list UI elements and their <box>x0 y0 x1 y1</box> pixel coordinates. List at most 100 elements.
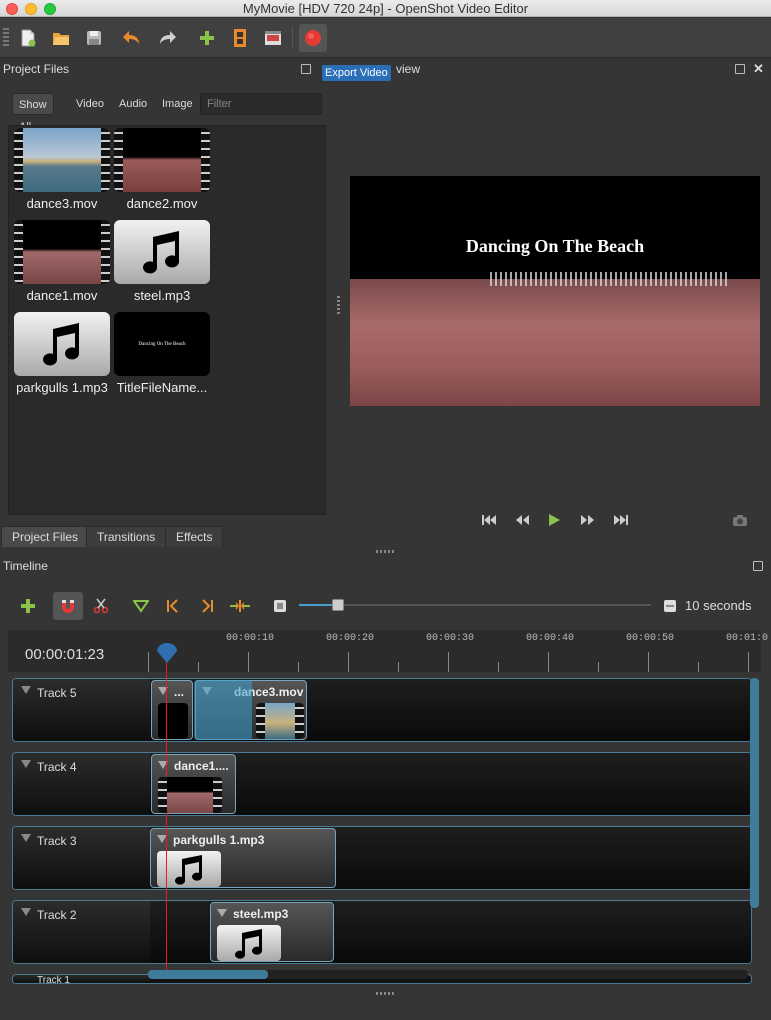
ruler-tick <box>548 652 549 672</box>
timeline-horizontal-scroll-thumb[interactable] <box>148 970 268 979</box>
ruler-tick <box>498 662 499 672</box>
track-header[interactable]: Track 3 <box>13 827 150 889</box>
video-thumbnail <box>14 220 110 284</box>
ruler-tick <box>698 662 699 672</box>
zoom-slider-track[interactable] <box>299 604 651 606</box>
bottom-splitter[interactable] <box>376 992 394 995</box>
choose-profile-button[interactable] <box>226 24 254 52</box>
horizontal-splitter[interactable] <box>376 550 394 553</box>
audio-thumbnail <box>114 220 210 284</box>
track-body[interactable]: ... dance3.mov <box>150 679 751 741</box>
snapping-toggle[interactable] <box>53 592 83 620</box>
toolbar-grip-icon[interactable] <box>3 28 9 48</box>
razor-tool-button[interactable] <box>89 596 113 616</box>
add-track-button[interactable] <box>16 596 40 616</box>
track-row[interactable]: Track 4 dance1.... <box>12 752 752 816</box>
track-row[interactable]: Track 5 ... dance3.mov <box>12 678 752 742</box>
float-panel-icon[interactable] <box>301 64 311 74</box>
clip[interactable]: parkgulls 1.mp3 <box>150 828 336 888</box>
magnet-icon <box>62 600 74 613</box>
fullscreen-button[interactable] <box>259 24 287 52</box>
zoom-slider-handle[interactable] <box>332 599 344 611</box>
open-project-button[interactable] <box>47 24 75 52</box>
fast-forward-button[interactable] <box>577 510 599 530</box>
fullscreen-icon <box>265 31 281 45</box>
filter-audio[interactable]: Audio <box>113 93 153 115</box>
ruler-tick <box>448 652 449 672</box>
close-window-button[interactable] <box>6 3 18 15</box>
file-item[interactable]: steel.mp3 <box>112 220 212 303</box>
track-body[interactable]: steel.mp3 <box>150 901 751 963</box>
close-panel-icon[interactable]: ✕ <box>753 61 764 77</box>
track-body[interactable]: dance1.... <box>150 753 751 815</box>
playhead-marker[interactable] <box>156 642 178 664</box>
new-project-button[interactable] <box>14 24 42 52</box>
file-item[interactable]: Dancing On The Beach TitleFileName... <box>112 312 212 395</box>
file-item[interactable]: dance2.mov <box>112 128 212 211</box>
play-icon <box>549 514 560 526</box>
redo-button[interactable] <box>153 24 181 52</box>
filter-show-all[interactable]: Show All <box>12 93 54 133</box>
tab-project-files[interactable]: Project Files <box>1 526 90 547</box>
ruler-tick <box>398 662 399 672</box>
track-header[interactable]: Track 1 <box>13 975 150 983</box>
file-name: steel.mp3 <box>133 288 191 303</box>
clip[interactable]: steel.mp3 <box>210 902 334 962</box>
transition[interactable] <box>194 680 252 740</box>
track-menu-icon[interactable] <box>21 908 31 916</box>
import-files-button[interactable] <box>193 24 221 52</box>
project-files-title: Project Files <box>3 62 70 76</box>
snapshot-button[interactable] <box>729 510 751 530</box>
track-row[interactable]: Track 2 steel.mp3 <box>12 900 752 964</box>
clip-thumbnail <box>158 703 188 739</box>
music-note-icon <box>143 231 180 274</box>
center-timeline-button[interactable] <box>228 596 252 616</box>
clip[interactable]: ... <box>151 680 193 740</box>
track-menu-icon[interactable] <box>21 760 31 768</box>
timeline-vertical-scrollbar[interactable] <box>750 678 759 908</box>
file-name: parkgulls 1.mp3 <box>16 380 108 395</box>
jump-end-button[interactable] <box>610 510 632 530</box>
track-menu-icon[interactable] <box>21 834 31 842</box>
filter-input[interactable]: Filter <box>200 93 322 115</box>
track-header[interactable]: Track 2 <box>13 901 150 963</box>
zoom-label: 10 seconds <box>685 598 752 613</box>
jump-start-button[interactable] <box>478 510 500 530</box>
float-panel-icon[interactable] <box>735 64 745 74</box>
file-name: dance3.mov <box>26 196 98 211</box>
timeline-ruler[interactable]: 00:00:01:23 00:00:10 00:00:20 00:00:30 0… <box>8 630 768 672</box>
track-header[interactable]: Track 4 <box>13 753 150 815</box>
fast-forward-icon <box>581 515 594 525</box>
minimize-window-button[interactable] <box>25 3 37 15</box>
file-item[interactable]: dance3.mov <box>12 128 112 211</box>
play-button[interactable] <box>543 510 565 530</box>
track-menu-icon[interactable] <box>21 686 31 694</box>
add-marker-button[interactable] <box>129 596 153 616</box>
file-item[interactable]: dance1.mov <box>12 220 112 303</box>
clip[interactable]: dance1.... <box>151 754 236 814</box>
undo-button[interactable] <box>118 24 146 52</box>
rewind-button[interactable] <box>511 510 533 530</box>
save-project-button[interactable] <box>80 24 108 52</box>
track-body[interactable]: parkgulls 1.mp3 <box>150 827 751 889</box>
file-item[interactable]: parkgulls 1.mp3 <box>12 312 112 395</box>
vertical-splitter[interactable] <box>337 296 340 314</box>
new-file-icon <box>21 29 36 47</box>
filter-image[interactable]: Image <box>156 93 199 115</box>
jump-end-icon <box>614 515 628 525</box>
zoom-reset-button[interactable] <box>268 596 292 616</box>
filter-video[interactable]: Video <box>70 93 110 115</box>
zoom-window-button[interactable] <box>44 3 56 15</box>
tab-effects[interactable]: Effects <box>165 526 224 547</box>
preview-sky <box>350 176 760 281</box>
float-panel-icon[interactable] <box>753 561 763 571</box>
export-video-button[interactable] <box>299 24 327 52</box>
timeline-toolbar: 10 seconds <box>0 590 771 620</box>
previous-marker-button[interactable] <box>161 596 185 616</box>
clip-menu-icon[interactable] <box>217 909 227 917</box>
track-row[interactable]: Track 3 parkgulls 1.mp3 <box>12 826 752 890</box>
next-marker-button[interactable] <box>195 596 219 616</box>
file-name: dance2.mov <box>126 196 198 211</box>
track-header[interactable]: Track 5 <box>13 679 150 741</box>
tab-transitions[interactable]: Transitions <box>86 526 167 547</box>
